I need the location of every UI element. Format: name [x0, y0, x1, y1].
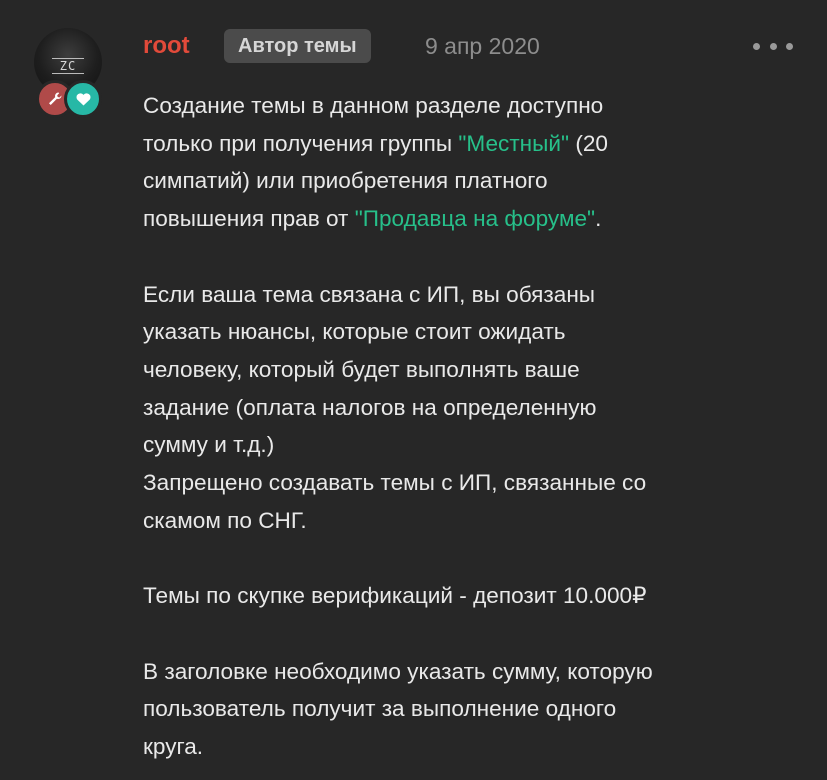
text-line: Темы по скупке верификаций - депозит 10.…	[143, 583, 647, 609]
text-line: человеку, который будет выполнять ваше	[143, 356, 580, 382]
text-line: Запрещено создавать темы с ИП, связанные…	[143, 470, 647, 496]
text-line: только при получения группы	[143, 130, 459, 156]
post-date[interactable]: 9 апр 2020	[425, 32, 540, 60]
forum-post: ZC root Автор темы 9 апр 2020 Создание т…	[0, 0, 827, 780]
more-dots-icon[interactable]	[753, 33, 793, 59]
text-line: Создание темы в данном разделе доступно	[143, 93, 604, 118]
forum-seller-link[interactable]: "Продавца на форуме"	[355, 206, 595, 231]
paragraph-3: Темы по скупке верификаций - депозит 10.…	[143, 577, 808, 615]
avatar-logo-text: ZC	[52, 58, 84, 74]
post-body: Создание темы в данном разделе доступно …	[143, 87, 808, 766]
text-line: указать нюансы, которые стоит ожидать	[143, 319, 566, 345]
text-line: круга.	[143, 733, 204, 759]
user-badges	[34, 80, 106, 120]
text-line: сумму и т.д.)	[143, 432, 275, 458]
text-fragment: (20	[569, 130, 608, 156]
author-badge: Автор темы	[224, 29, 371, 63]
author-sidebar: ZC	[34, 28, 106, 118]
text-line: скамом по СНГ.	[143, 507, 307, 533]
text-line: В заголовке необходимо указать сумму, ко…	[143, 658, 653, 684]
dot	[786, 42, 793, 50]
username-link[interactable]: root	[143, 32, 190, 60]
text-line: повышения прав от	[143, 206, 355, 232]
group-local-link[interactable]: "Местный"	[458, 131, 569, 156]
text-line: симпатий) или приобретения платного	[143, 168, 548, 194]
text-line: Если ваша тема связана с ИП, вы обязаны	[143, 281, 596, 307]
dot	[769, 42, 777, 50]
post-header: root Автор темы 9 апр 2020	[143, 29, 797, 63]
paragraph-4: В заголовке необходимо указать сумму, ко…	[143, 653, 808, 766]
dot	[753, 42, 760, 50]
paragraph-2: Если ваша тема связана с ИП, вы обязаны …	[143, 276, 808, 540]
text-line: пользователь получит за выполнение одног…	[143, 696, 617, 722]
text-line: задание (оплата налогов на определенную	[143, 394, 597, 420]
paragraph-1: Создание темы в данном разделе доступно …	[143, 87, 808, 238]
heart-icon[interactable]	[64, 80, 102, 118]
text-fragment: .	[595, 206, 602, 232]
